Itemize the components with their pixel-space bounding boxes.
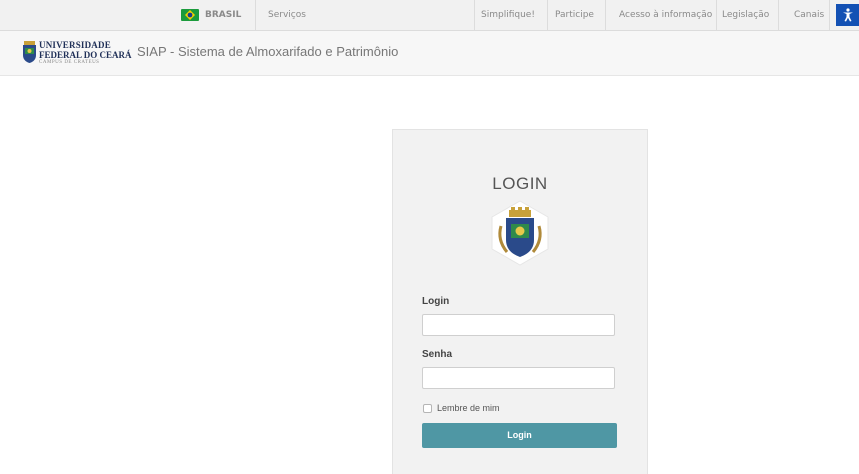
- gov-brasil-link[interactable]: BRASIL: [205, 0, 241, 30]
- logo-line-1: UNIVERSIDADE: [39, 40, 111, 50]
- gov-simplifique-link[interactable]: Simplifique!: [481, 0, 535, 30]
- senha-label: Senha: [422, 349, 453, 360]
- app-title: SIAP - Sistema de Almoxarifado e Patrimô…: [137, 44, 399, 59]
- login-label: Login: [422, 296, 450, 307]
- gov-legislacao-link[interactable]: Legislação: [722, 0, 769, 30]
- remember-me-label[interactable]: Lembre de mim: [437, 403, 500, 413]
- senha-input[interactable]: [422, 367, 615, 389]
- login-input[interactable]: [422, 314, 615, 336]
- login-button[interactable]: Login: [422, 423, 617, 448]
- accessibility-icon[interactable]: [836, 4, 859, 26]
- logo-line-2: FEDERAL DO CEARÁ: [39, 50, 132, 60]
- gov-servicos-link[interactable]: Serviços: [268, 0, 306, 30]
- gov-top-bar: BRASIL Serviços Simplifique! Participe A…: [0, 0, 859, 31]
- login-title: LOGIN: [492, 174, 548, 193]
- brazil-flag-icon: [181, 9, 199, 21]
- logo-line-3: CAMPUS DE CRATEUS: [39, 60, 100, 65]
- gov-participe-link[interactable]: Participe: [555, 0, 594, 30]
- ufc-crest-badge-icon: [491, 200, 549, 266]
- remember-me-checkbox[interactable]: [423, 404, 432, 413]
- gov-canais-link[interactable]: Canais: [794, 0, 824, 30]
- gov-acesso-informacao-link[interactable]: Acesso à informação: [619, 0, 712, 30]
- ufc-logo: UNIVERSIDADE FEDERAL DO CEARÁ CAMPUS DE …: [39, 41, 132, 66]
- ufc-crest-icon: [23, 41, 36, 63]
